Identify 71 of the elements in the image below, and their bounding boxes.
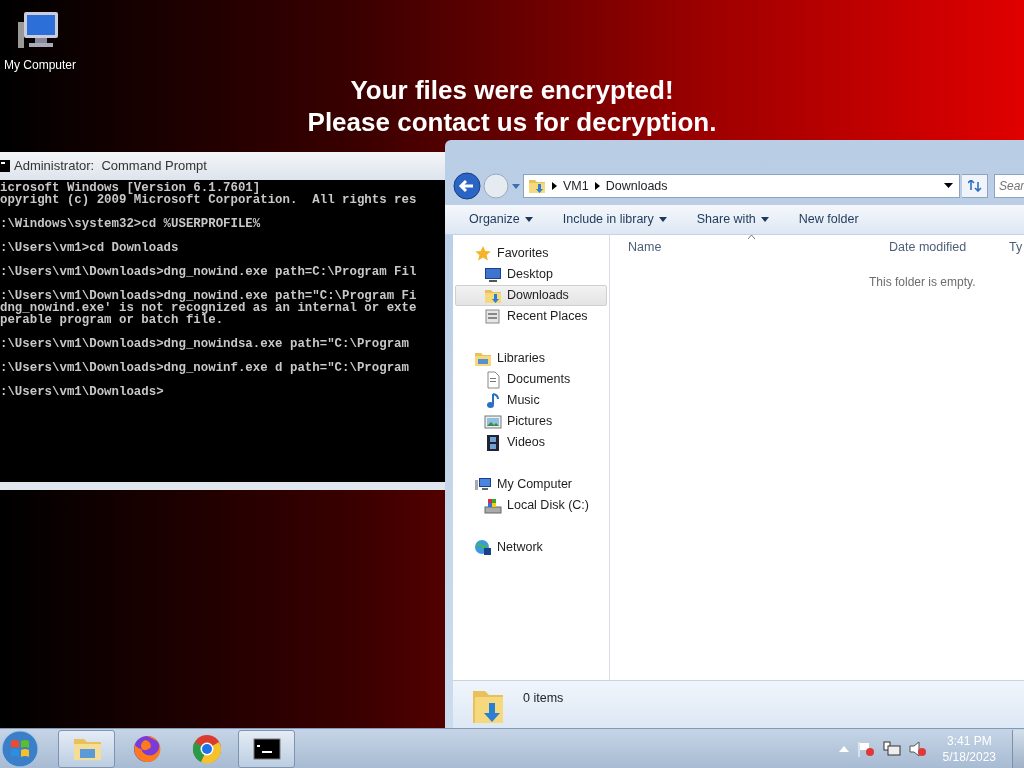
item-count: 0 items [523,690,564,707]
console-line: :\Users\vm1\Downloads>dng_nowindsa.exe path="C:\Program [0,338,409,350]
nav-item[interactable]: Desktop [455,264,607,285]
clock-date: 5/18/2023 [942,748,996,765]
console-line: :\Users\vm1\Downloads>dng_nowind.exe path=C:\Program Fil [0,266,417,278]
downloads-folder-icon [528,177,546,195]
console-line: :\Users\vm1\Downloads> [0,386,164,398]
show-desktop-button[interactable] [1012,729,1024,768]
nav-item[interactable]: Documents [455,369,607,390]
console-line: icrosoft Windows [Version 6.1.7601] [0,182,261,194]
chevron-right-icon [552,182,557,190]
breadcrumb-item[interactable]: Downloads [605,176,668,196]
console-icon [0,160,10,172]
column-header[interactable]: Ty [1009,237,1023,257]
address-dropdown-icon[interactable] [944,183,953,189]
sort-indicator-icon [748,235,755,239]
refresh-arrows-icon [967,180,982,192]
caret-down-icon [760,217,769,222]
caret-down-icon [658,217,667,222]
recent-places-icon [484,307,502,326]
nav-item[interactable]: Downloads [455,285,607,306]
film-strip-icon [484,433,502,452]
console-line: :\Users\vm1\Downloads>dng_nowind.exe path="C:\Program Fi [0,290,417,302]
browser-logo-icon [190,732,223,765]
caret-down-icon [524,217,533,222]
ransom-message-line: Please contact us for decryption. [306,106,718,138]
document-icon [484,370,502,389]
refresh-button[interactable] [962,174,988,198]
console-line: opyright (c) 2009 Microsoft Corporation. All rights res [0,194,417,206]
console-line: :\Windows\system32>cd %USERPROFILE% [0,218,261,230]
picture-icon [484,412,502,431]
ransom-message-line: Your files were encrypted! [349,74,675,106]
console-line: dng_nowind.exe' is not recognized as an internal or exte [0,302,417,314]
back-button-icon[interactable] [453,172,481,200]
speaker-muted-icon[interactable] [908,740,927,757]
toolbar-button[interactable]: Include in library [562,208,667,231]
clock-time: 3:41 PM [945,732,993,749]
nav-item[interactable]: Libraries [455,348,607,369]
column-header[interactable]: Name [628,237,662,257]
search-field[interactable]: Sear [994,174,1024,198]
nav-item[interactable]: Recent Places [455,306,607,327]
disk-drive-icon [484,496,502,515]
start-orb-icon[interactable] [0,728,40,768]
nav-item[interactable]: Network [455,537,607,558]
console-line: perable program or batch file. [0,314,224,326]
flag-alert-icon[interactable] [856,740,875,757]
nav-item[interactable]: Videos [455,432,607,453]
console-line: :\Users\vm1\Downloads>dng_nowinf.exe d path="C:\Program [0,362,409,374]
history-dropdown-icon[interactable] [511,182,521,190]
globe-icon [474,538,492,557]
console-line: :\Users\vm1>cd Downloads [0,242,179,254]
breadcrumb-item[interactable]: VM1 [563,176,589,196]
taskbar-button[interactable] [238,729,295,768]
nav-item[interactable]: Music [455,390,607,411]
address-bar[interactable]: VM1 Downloads [523,174,960,198]
toolbar-button[interactable]: Organize [469,208,533,231]
toolbar-button[interactable]: Share with [696,208,769,231]
music-note-icon [484,391,502,410]
column-header[interactable]: Date modified [889,237,967,257]
empty-folder-message: This folder is empty. [868,274,977,291]
chevron-right-icon [594,182,600,190]
nav-item[interactable]: Local Disk (C:) [455,495,607,516]
nav-item[interactable]: Pictures [455,411,607,432]
window-title: Administrator: Command Prompt [14,157,207,176]
toolbar-button[interactable]: New folder [798,208,859,231]
nav-item[interactable]: My Computer [455,474,607,495]
network-monitor-icon[interactable] [882,740,901,757]
nav-item[interactable]: Favorites [455,243,607,264]
monitor-icon [484,265,502,284]
desktop-icon-label[interactable]: My Computer [4,56,76,74]
star-icon [474,244,492,263]
